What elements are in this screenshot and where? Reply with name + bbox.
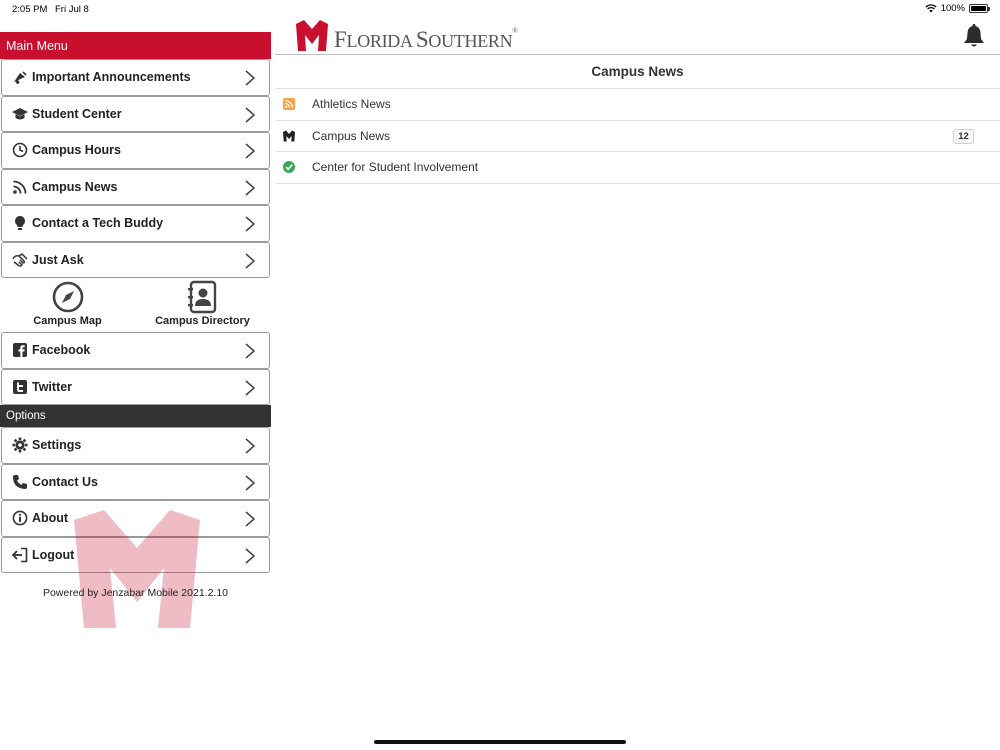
feed-label: Athletics News — [312, 97, 391, 112]
menu-item-campus-hours[interactable]: Campus Hours — [1, 132, 270, 169]
phone-icon — [12, 474, 28, 490]
menu-item-label: Campus News — [32, 179, 118, 194]
logout-icon — [12, 547, 28, 563]
feed-label: Center for Student Involvement — [312, 160, 479, 175]
home-indicator[interactable] — [374, 740, 626, 744]
feed-row-athletics-news[interactable]: Athletics News — [275, 89, 1000, 121]
info-icon — [12, 510, 28, 526]
status-bar: 2:05 PM Fri Jul 8 100% — [0, 0, 1000, 18]
wifi-icon — [925, 4, 937, 13]
fsc-crest-icon — [296, 20, 328, 51]
notification-bell-icon[interactable] — [963, 24, 985, 48]
feed-list: Athletics News Campus News 12 Center for… — [275, 89, 1000, 184]
logo-letter: F — [334, 27, 347, 52]
menu-item-contact-tech-buddy[interactable]: Contact a Tech Buddy — [1, 205, 270, 242]
feed-row-center-student-involvement[interactable]: Center for Student Involvement — [275, 152, 1000, 184]
unread-count-badge: 12 — [953, 128, 974, 144]
chevron-right-icon — [245, 547, 256, 564]
gear-icon — [12, 437, 28, 453]
rss-feed-icon — [283, 98, 295, 111]
menu-item-student-center[interactable]: Student Center — [1, 95, 270, 132]
menu-item-label: Twitter — [32, 379, 73, 394]
tile-campus-map[interactable]: Campus Map — [0, 280, 135, 332]
chevron-right-icon — [245, 179, 256, 196]
lightbulb-icon — [12, 215, 28, 231]
chevron-right-icon — [245, 70, 256, 86]
fsc-logo-icon — [283, 130, 295, 142]
chevron-right-icon — [245, 252, 256, 269]
sidebar: Main Menu Important Announcements Studen… — [0, 32, 271, 750]
florida-southern-logo: FLORIDA SOUTHERN® — [296, 20, 518, 52]
chevron-right-icon — [245, 343, 256, 359]
chevron-right-icon — [245, 216, 256, 232]
rss-icon — [12, 179, 28, 195]
chevron-right-icon — [245, 143, 256, 159]
battery-percent: 100% — [940, 3, 965, 14]
fsc-watermark-logo — [74, 510, 200, 628]
logo-letter: S — [415, 27, 429, 52]
status-indicators: 100% — [925, 3, 990, 14]
menu-item-twitter[interactable]: Twitter — [1, 368, 270, 405]
chevron-right-icon — [245, 511, 256, 527]
chevron-right-icon — [245, 106, 256, 123]
chevron-right-icon — [245, 474, 256, 491]
handshake-icon — [12, 252, 28, 268]
chevron-right-icon — [245, 379, 256, 396]
tile-label: Campus Directory — [155, 315, 250, 327]
feed-label: Campus News — [312, 128, 391, 143]
menu-item-label: Contact a Tech Buddy — [32, 216, 164, 231]
logo-wordmark: FLORIDA SOUTHERN® — [334, 27, 518, 52]
menu-item-label: Contact Us — [32, 474, 98, 489]
chevron-right-icon — [245, 438, 256, 454]
graduation-cap-icon — [12, 106, 28, 122]
quick-tiles: Campus Map Campus Directory — [0, 278, 271, 332]
twitter-icon — [12, 379, 28, 395]
menu-item-label: Campus Hours — [32, 143, 121, 158]
menu-item-label: About — [32, 511, 69, 526]
menu-item-settings[interactable]: Settings — [1, 427, 270, 464]
logo-letters: LORIDA — [346, 31, 416, 51]
menu-item-label: Facebook — [32, 343, 91, 358]
menu-item-label: Logout — [32, 547, 75, 562]
menu-item-just-ask[interactable]: Just Ask — [1, 241, 270, 278]
menu-item-important-announcements[interactable]: Important Announcements — [1, 59, 270, 96]
menu-item-label: Student Center — [32, 106, 122, 121]
menu-item-label: Settings — [32, 438, 82, 453]
page-title: Campus News — [591, 64, 684, 79]
status-time: 2:05 PM — [12, 4, 48, 15]
clock-icon — [12, 142, 28, 158]
header-divider — [275, 54, 1000, 55]
powered-by-text: Powered by Jenzabar Mobile 2021.2.10 — [42, 587, 229, 599]
main-menu-header: Main Menu — [0, 32, 271, 59]
feed-row-campus-news[interactable]: Campus News 12 — [275, 121, 1000, 153]
tile-campus-directory[interactable]: Campus Directory — [135, 280, 270, 332]
menu-item-campus-news[interactable]: Campus News — [1, 168, 270, 205]
csi-check-icon — [283, 161, 295, 174]
menu-item-label: Important Announcements — [32, 70, 191, 85]
menu-item-contact-us[interactable]: Contact Us — [1, 463, 270, 500]
menu-item-label: Just Ask — [32, 252, 84, 267]
compass-icon — [52, 281, 83, 313]
menu-item-facebook[interactable]: Facebook — [1, 332, 270, 369]
facebook-icon — [12, 342, 28, 358]
registered-mark: ® — [512, 27, 518, 35]
options-header: Options — [0, 405, 271, 427]
status-date: Fri Jul 8 — [55, 4, 89, 15]
battery-icon — [969, 4, 990, 13]
tile-label: Campus Map — [33, 315, 102, 327]
logo-letters: OUTHERN — [428, 31, 513, 51]
battery-fill — [971, 6, 986, 11]
address-book-icon — [187, 280, 216, 314]
megaphone-icon — [12, 69, 28, 85]
